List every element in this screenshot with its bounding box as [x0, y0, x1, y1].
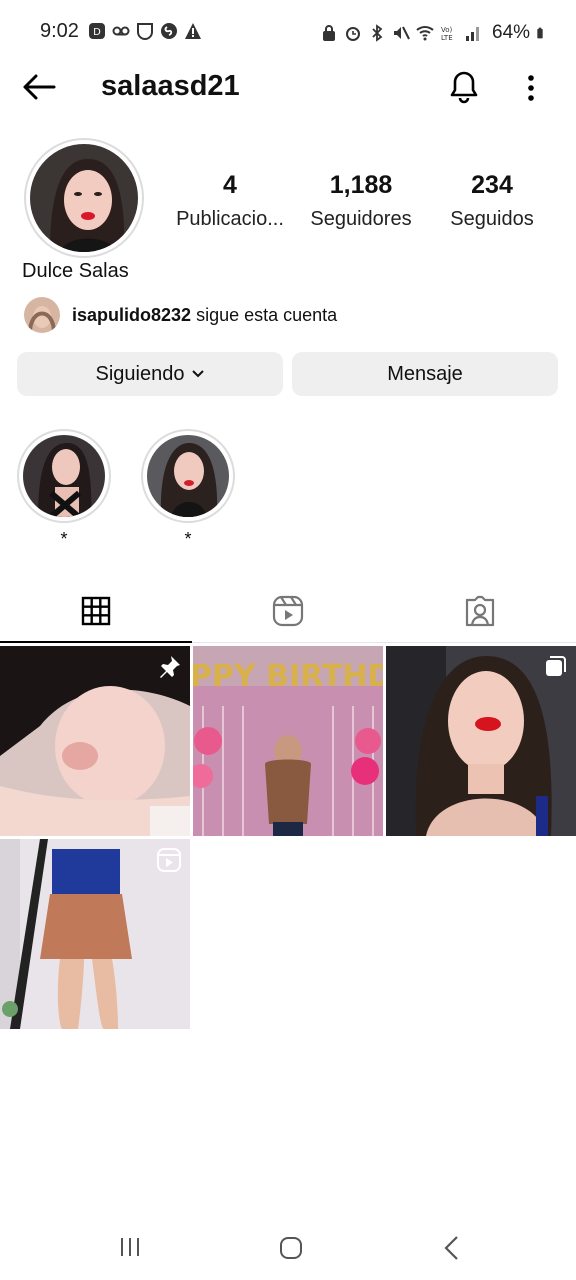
pin-icon [160, 656, 180, 678]
recent-apps-icon[interactable] [118, 1235, 142, 1259]
followers-label: Seguidores [310, 208, 412, 230]
status-bar: 9:02 D Vo) LTE 64% [0, 0, 576, 62]
followed-by-text: sigue esta cuenta [196, 304, 338, 325]
balloon-text: HAPPY BIRTHDAY [193, 659, 383, 694]
following-count: 234 [471, 171, 513, 199]
story-highlight[interactable]: * [17, 429, 111, 550]
message-button[interactable]: Mensaje [292, 352, 558, 396]
post-thumbnail[interactable] [0, 646, 190, 836]
tagged-icon [465, 595, 495, 627]
stat-following[interactable]: 234 Seguidos [422, 171, 562, 231]
avatar-photo [30, 144, 138, 252]
status-time: 9:02 [40, 20, 79, 42]
highlight-cover [147, 435, 229, 517]
mute-icon [394, 26, 410, 40]
story-highlight[interactable]: * [141, 429, 235, 550]
tab-reels[interactable] [192, 580, 384, 642]
followers-count: 1,188 [329, 171, 393, 199]
warning-icon [185, 23, 201, 39]
post-image: HAPPY BIRTHDAY [193, 646, 383, 836]
svg-text:LTE: LTE [441, 34, 453, 42]
system-nav-bar [0, 1215, 576, 1280]
wifi-icon [416, 26, 434, 41]
volte-icon: Vo)LTE [441, 26, 453, 42]
shield-icon [137, 23, 153, 40]
battery-percent: 64% [492, 22, 531, 43]
svg-text:Vo): Vo) [441, 26, 453, 34]
reels-icon [272, 595, 304, 627]
alarm-icon [346, 27, 360, 41]
post-thumbnail[interactable]: HAPPY BIRTHDAY [193, 646, 383, 836]
follower-avatar [24, 297, 60, 333]
tab-grid[interactable] [0, 580, 192, 643]
highlight-label: * [60, 529, 68, 549]
message-button-label: Mensaje [387, 362, 463, 385]
more-options-icon[interactable] [524, 74, 538, 102]
following-label: Seguidos [450, 208, 534, 230]
post-thumbnail[interactable] [386, 646, 576, 836]
reels-badge-icon [157, 848, 181, 872]
back-nav-icon[interactable] [442, 1235, 462, 1261]
notification-icons: D [88, 22, 202, 40]
stat-posts[interactable]: 4 Publicacio... [160, 171, 300, 231]
back-arrow-icon[interactable] [22, 74, 56, 100]
stat-followers[interactable]: 1,188 Seguidores [291, 171, 431, 231]
grid-icon [81, 596, 111, 626]
signal-icon [466, 27, 479, 41]
posts-count: 4 [223, 171, 237, 199]
bluetooth-icon [372, 24, 383, 42]
display-name: Dulce Salas [22, 260, 129, 282]
profile-header: salaasd21 [0, 62, 576, 112]
home-icon[interactable] [278, 1235, 304, 1261]
profile-avatar[interactable] [24, 138, 144, 258]
svg-text:D: D [93, 27, 101, 38]
shazam-icon [161, 23, 177, 39]
chevron-down-icon [192, 370, 205, 378]
lock-icon [323, 25, 335, 41]
carousel-icon [546, 656, 566, 676]
following-button[interactable]: Siguiendo [17, 352, 283, 396]
highlight-label: * [184, 529, 192, 549]
content-tabs [0, 580, 576, 643]
follower-username[interactable]: isapulido8232 [72, 305, 191, 325]
followed-by-row[interactable]: isapulido8232 sigue esta cuenta [24, 297, 337, 333]
bell-icon[interactable] [448, 70, 480, 104]
post-thumbnail[interactable] [0, 839, 190, 1029]
profile-username: salaasd21 [101, 70, 240, 102]
voicemail-icon [112, 26, 130, 36]
posts-label: Publicacio... [176, 208, 284, 230]
battery-icon [537, 27, 543, 39]
highlight-cover [23, 435, 105, 517]
app-notification-icon: D [89, 23, 105, 39]
following-button-label: Siguiendo [95, 362, 185, 385]
system-icons: Vo) LTE 64% [320, 22, 548, 44]
tab-tagged[interactable] [384, 580, 576, 642]
